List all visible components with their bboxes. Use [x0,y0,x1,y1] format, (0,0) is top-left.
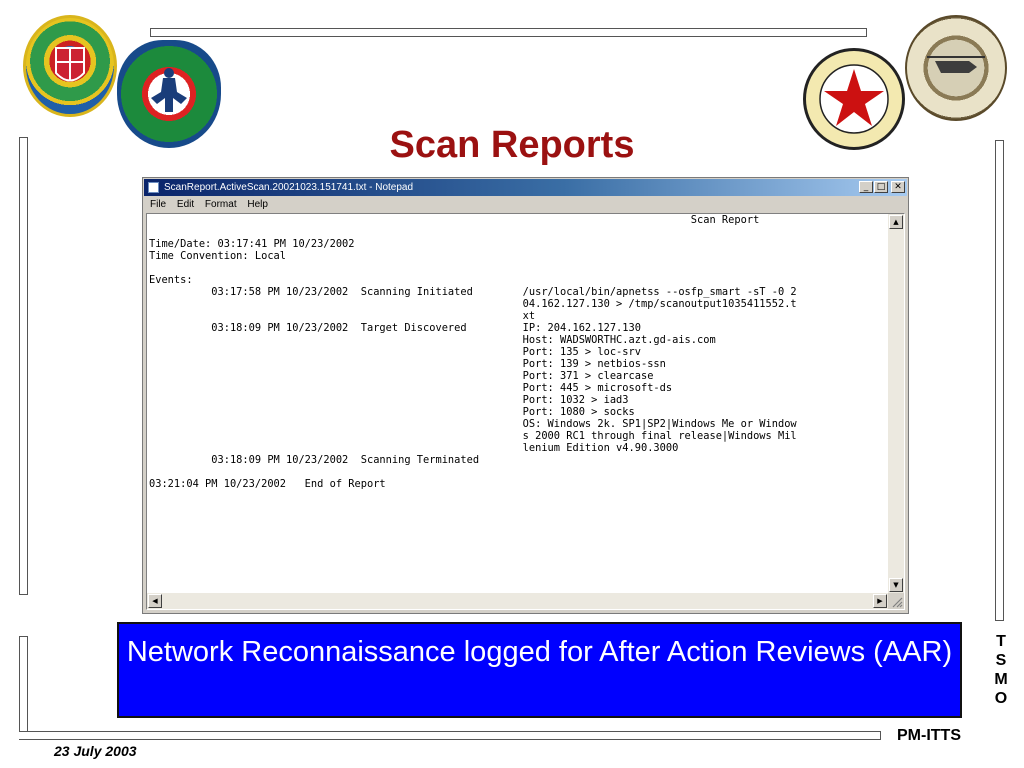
all-but-war-simulation-logo [117,40,221,148]
close-button[interactable]: ✕ [891,181,905,193]
scan-report-text[interactable]: Scan Report Time/Date: 03:17:41 PM 10/23… [149,214,893,592]
resize-grip-icon [892,597,903,608]
helicopter-icon [927,56,985,73]
caption-text: Network Reconnaissance logged for After … [126,636,953,668]
notepad-text-area[interactable]: Scan Report Time/Date: 03:17:41 PM 10/23… [146,213,905,610]
notepad-app-icon[interactable] [148,182,159,193]
scroll-left-button[interactable]: ◀ [148,594,162,608]
threat-systems-management-office-logo [803,48,905,150]
side-letter: M [994,671,1008,688]
notepad-titlebar[interactable]: ScanReport.ActiveScan.20021023.151741.tx… [144,179,907,196]
side-letter: T [996,633,1006,650]
resize-grip[interactable] [888,593,904,609]
frame-bottom-bar [19,731,881,740]
scroll-right-button[interactable]: ▶ [873,594,887,608]
caption-box: Network Reconnaissance logged for After … [117,622,962,718]
side-letter: S [995,652,1007,669]
horizontal-scrollbar[interactable]: ◀ ▶ [147,593,888,609]
footer-org: PM-ITTS [897,727,961,744]
soldier-silhouette-icon [151,68,187,112]
notepad-title: ScanReport.ActiveScan.20021023.151741.tx… [164,182,414,193]
side-label-tsmo: T S M O [986,632,1016,708]
frame-left-bar [19,137,28,595]
frame-top-bar [150,28,867,37]
frame-bottom-left-corner [19,636,28,740]
side-letter: O [994,690,1008,707]
maximize-button[interactable]: □ [874,181,888,193]
pm-itts-project-manager-logo [905,15,1007,121]
scroll-down-button[interactable]: ▼ [889,578,903,592]
menu-edit[interactable]: Edit [177,199,194,210]
shield-crest-icon [55,47,85,82]
menu-help[interactable]: Help [247,199,268,210]
menu-file[interactable]: File [150,199,166,210]
frame-right-bar [995,140,1004,621]
minimize-button[interactable]: _ [859,181,873,193]
menu-format[interactable]: Format [205,199,237,210]
notepad-menubar: File Edit Format Help [144,196,907,213]
red-star-icon [819,64,889,134]
americas-arsenal-seal-logo [23,15,117,117]
slide-title: Scan Reports [389,124,635,166]
scroll-up-button[interactable]: ▲ [889,215,903,229]
vertical-scrollbar[interactable]: ▲ ▼ [888,214,904,593]
footer-date: 23 July 2003 [54,743,137,759]
notepad-window[interactable]: ScanReport.ActiveScan.20021023.151741.tx… [142,177,909,614]
